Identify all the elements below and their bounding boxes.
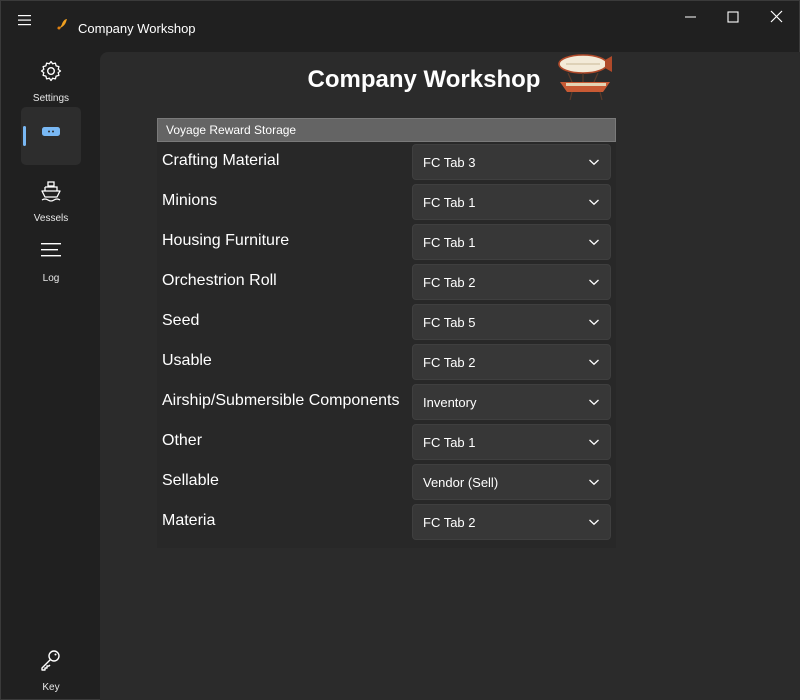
main-content: Company Workshop Voyage Reward Storage C… bbox=[100, 52, 800, 700]
dropdown-value: FC Tab 1 bbox=[423, 195, 476, 210]
chevron-down-icon bbox=[589, 399, 599, 406]
sidebar-item-label: Key bbox=[42, 682, 60, 693]
dropdown-value: Inventory bbox=[423, 395, 477, 410]
settings-row: Housing Furniture FC Tab 1 bbox=[157, 224, 616, 262]
chevron-down-icon bbox=[589, 519, 599, 526]
storage-dropdown[interactable]: FC Tab 1 bbox=[412, 424, 611, 460]
storage-dropdown[interactable]: FC Tab 2 bbox=[412, 504, 611, 540]
section-header: Voyage Reward Storage bbox=[157, 118, 616, 142]
dropdown-value: FC Tab 5 bbox=[423, 315, 476, 330]
chevron-down-icon bbox=[589, 319, 599, 326]
sidebar-item-label: Log bbox=[42, 273, 60, 284]
row-label: Crafting Material bbox=[162, 152, 280, 169]
app-window: Company Workshop Settings Vessels Log Ke… bbox=[0, 0, 800, 700]
minimize-icon[interactable] bbox=[667, 1, 713, 35]
selection-indicator bbox=[23, 126, 26, 146]
key-icon bbox=[41, 650, 60, 671]
row-label: Sellable bbox=[162, 472, 219, 489]
chevron-down-icon bbox=[589, 439, 599, 446]
app-logo-icon bbox=[57, 19, 67, 30]
row-label: Housing Furniture bbox=[162, 232, 290, 249]
ship-icon bbox=[41, 181, 61, 202]
storage-dropdown[interactable]: FC Tab 2 bbox=[412, 344, 611, 380]
gear-icon bbox=[40, 60, 62, 82]
sidebar-item-settings[interactable]: Settings bbox=[21, 47, 81, 105]
row-label: Materia bbox=[162, 512, 216, 529]
storage-dropdown[interactable]: FC Tab 1 bbox=[412, 224, 611, 260]
storage-dropdown[interactable]: FC Tab 1 bbox=[412, 184, 611, 220]
settings-row: Sellable Vendor (Sell) bbox=[157, 464, 616, 502]
sidebar-item-log[interactable]: Log bbox=[21, 227, 81, 285]
settings-row: Orchestrion Roll FC Tab 2 bbox=[157, 264, 616, 302]
window-title: Company Workshop bbox=[78, 21, 196, 36]
storage-dropdown[interactable]: FC Tab 2 bbox=[412, 264, 611, 300]
maximize-icon[interactable] bbox=[710, 1, 756, 35]
storage-dropdown[interactable]: FC Tab 3 bbox=[412, 144, 611, 180]
sidebar-item-label: Settings bbox=[32, 93, 70, 104]
sidebar-item-label: Vessels bbox=[33, 213, 69, 224]
log-icon bbox=[41, 243, 61, 257]
chevron-down-icon bbox=[589, 359, 599, 366]
hamburger-menu-icon[interactable] bbox=[15, 10, 35, 30]
dropdown-value: FC Tab 1 bbox=[423, 235, 476, 250]
dropdown-value: FC Tab 2 bbox=[423, 515, 476, 530]
storage-dropdown[interactable]: Inventory bbox=[412, 384, 611, 420]
dropdown-value: FC Tab 1 bbox=[423, 435, 476, 450]
row-label: Orchestrion Roll bbox=[162, 272, 277, 289]
settings-row: Airship/Submersible Components Inventory bbox=[157, 384, 616, 422]
storage-dropdown[interactable]: Vendor (Sell) bbox=[412, 464, 611, 500]
submarine-icon bbox=[42, 127, 60, 136]
sidebar-item-key[interactable]: Key bbox=[21, 636, 81, 694]
close-icon[interactable] bbox=[754, 1, 800, 35]
sidebar-nav: Settings Vessels Log Key bbox=[1, 37, 100, 699]
voyage-reward-storage-panel: Voyage Reward Storage Crafting Material F… bbox=[157, 118, 616, 548]
dropdown-value: FC Tab 2 bbox=[423, 355, 476, 370]
chevron-down-icon bbox=[589, 159, 599, 166]
page-title: Company Workshop bbox=[307, 66, 541, 93]
settings-row: Seed FC Tab 5 bbox=[157, 304, 616, 342]
row-label: Other bbox=[162, 432, 203, 449]
row-label: Seed bbox=[162, 312, 200, 329]
sidebar-item-vessels[interactable]: Vessels bbox=[21, 167, 81, 225]
settings-row: Usable FC Tab 2 bbox=[157, 344, 616, 382]
chevron-down-icon bbox=[589, 479, 599, 486]
row-label: Minions bbox=[162, 192, 218, 209]
settings-row: Materia FC Tab 2 bbox=[157, 504, 616, 542]
row-label: Usable bbox=[162, 352, 212, 369]
sidebar-item-submersibles[interactable] bbox=[21, 107, 81, 165]
settings-row: Other FC Tab 1 bbox=[157, 424, 616, 462]
settings-row: Minions FC Tab 1 bbox=[157, 184, 616, 222]
chevron-down-icon bbox=[589, 239, 599, 246]
chevron-down-icon bbox=[589, 279, 599, 286]
dropdown-value: Vendor (Sell) bbox=[423, 475, 499, 490]
dropdown-value: FC Tab 3 bbox=[423, 155, 476, 170]
settings-row: Crafting Material FC Tab 3 bbox=[157, 144, 616, 182]
title-bar: Company Workshop bbox=[1, 1, 800, 37]
dropdown-value: FC Tab 2 bbox=[423, 275, 476, 290]
storage-dropdown[interactable]: FC Tab 5 bbox=[412, 304, 611, 340]
airship-icon bbox=[558, 54, 612, 101]
row-label: Airship/Submersible Components bbox=[162, 392, 400, 409]
chevron-down-icon bbox=[589, 199, 599, 206]
